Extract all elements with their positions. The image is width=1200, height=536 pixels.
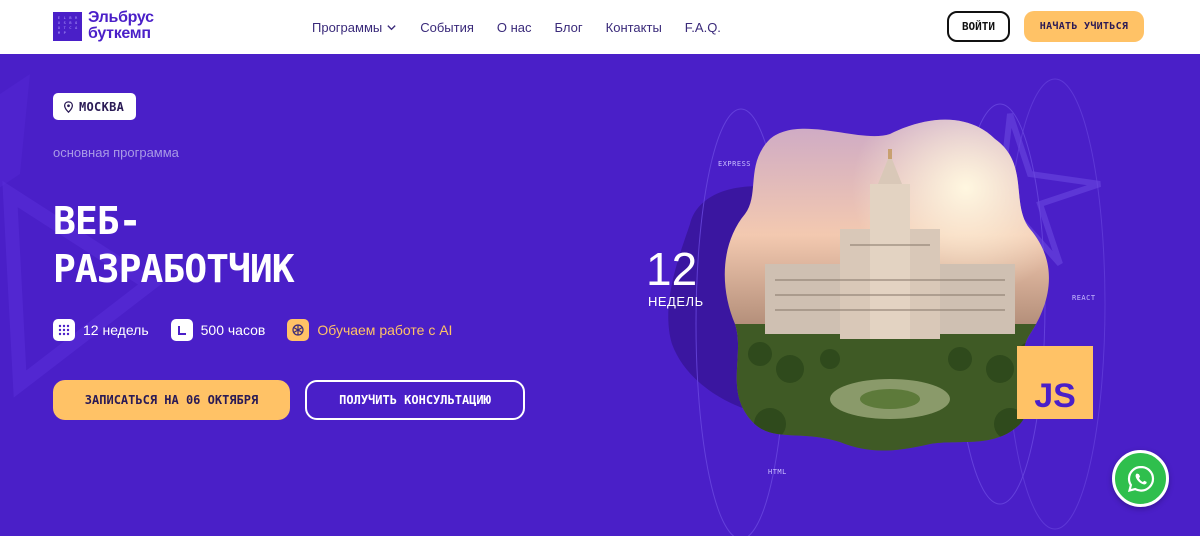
city-label: МОСКВА <box>79 99 125 114</box>
calendar-grid-icon <box>53 319 75 341</box>
feature-duration-weeks: 12 недель <box>53 319 149 341</box>
location-pin-icon <box>63 100 74 113</box>
consultation-button[interactable]: ПОЛУЧИТЬ КОНСУЛЬТАЦИЮ <box>305 380 525 420</box>
start-learning-button[interactable]: НАЧАТЬ УЧИТЬСЯ <box>1024 11 1144 42</box>
js-badge-label: JS <box>1034 377 1076 415</box>
enroll-button[interactable]: ЗАПИСАТЬСЯ НА 06 ОКТЯБРЯ <box>53 380 290 420</box>
clock-icon <box>170 319 193 341</box>
main-nav: Программы События О нас Блог Контакты F.… <box>312 0 721 54</box>
weeks-number: 12 <box>646 243 698 295</box>
title-line-2: РАЗРАБОТЧИК <box>53 247 295 291</box>
logo-line-1: Эльбрус <box>88 9 154 26</box>
feature-label: Обучаем работе с AI <box>317 322 453 338</box>
nav-item-events[interactable]: События <box>420 20 474 35</box>
program-subtitle: основная программа <box>53 145 179 160</box>
whatsapp-button[interactable] <box>1112 450 1169 507</box>
feature-ai: Обучаем работе с AI <box>287 319 452 341</box>
hero-background-decoration <box>0 74 1106 536</box>
tech-label-express: EXPRESS <box>718 160 752 168</box>
js-badge: JS <box>1017 346 1093 419</box>
nav-item-programs[interactable]: Программы <box>312 20 397 35</box>
page-title: ВЕБ- РАЗРАБОТЧИК <box>53 197 295 293</box>
chevron-down-icon <box>387 24 396 30</box>
logo-text: Эльбрус буткемп <box>88 10 154 42</box>
whatsapp-icon <box>1127 465 1154 492</box>
city-tag[interactable]: МОСКВА <box>53 93 137 120</box>
tech-label-react: REACT <box>1072 294 1096 302</box>
nav-item-faq[interactable]: F.A.Q. <box>685 20 721 35</box>
logo-line-2: буткемп <box>88 25 151 42</box>
nav-item-about[interactable]: О нас <box>497 20 532 35</box>
title-line-1: ВЕБ- <box>53 199 142 243</box>
feature-label: 500 часов <box>200 322 266 338</box>
program-features: 12 недель 500 часов Обучаем работе с AI <box>53 319 452 341</box>
weeks-label: НЕДЕЛЬ <box>648 294 704 309</box>
logo[interactable]: ELBRUSBOOTCAMP Эльбрус буткемп <box>53 10 154 42</box>
nav-label: Программы <box>312 19 383 35</box>
logo-mark: ELBRUSBOOTCAMP <box>53 11 82 41</box>
logo-mark-letter <box>73 31 79 36</box>
ai-openai-icon <box>287 319 310 341</box>
feature-duration-hours: 500 часов <box>170 319 266 341</box>
site-header: ELBRUSBOOTCAMP Эльбрус буткемп Программы… <box>0 0 1200 54</box>
nav-item-blog[interactable]: Блог <box>555 20 583 35</box>
hero-section: МОСКВА основная программа ВЕБ- РАЗРАБОТЧ… <box>0 54 1200 536</box>
tech-label-html: HTML <box>768 468 787 476</box>
feature-label: 12 недель <box>83 322 149 338</box>
nav-item-contacts[interactable]: Контакты <box>606 20 662 35</box>
login-button[interactable]: ВОЙТИ <box>947 11 1010 42</box>
campus-photo <box>724 119 1049 451</box>
